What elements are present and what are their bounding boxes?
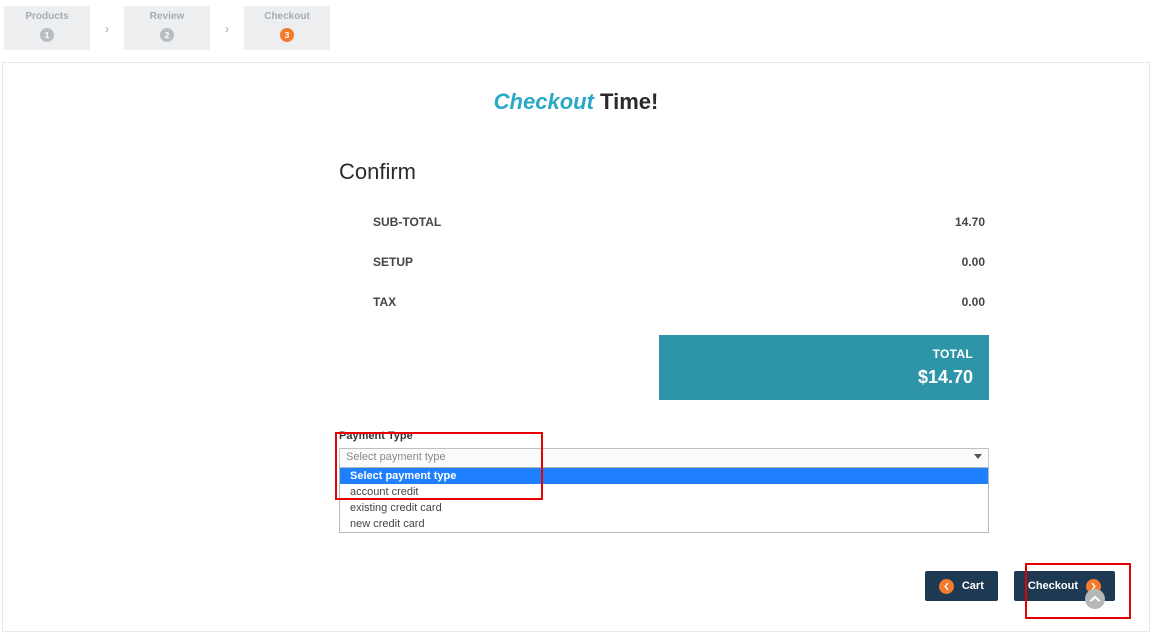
caret-down-icon xyxy=(974,454,982,459)
title-accent: Checkout xyxy=(494,89,594,114)
payment-type-label: Payment Type xyxy=(339,430,989,442)
checkout-button-label: Checkout xyxy=(1028,580,1078,592)
step-products[interactable]: Products 1 xyxy=(4,6,90,50)
section-title: Confirm xyxy=(339,159,989,185)
select-current: Select payment type xyxy=(346,451,446,463)
setup-label: SETUP xyxy=(373,255,413,269)
tax-label: TAX xyxy=(373,295,396,309)
setup-value: 0.00 xyxy=(962,255,985,269)
scroll-top-button[interactable] xyxy=(1085,589,1105,609)
step-checkout[interactable]: Checkout 3 xyxy=(244,6,330,50)
checkout-content: Confirm SUB-TOTAL 14.70 SETUP 0.00 TAX 0… xyxy=(339,159,989,468)
option-placeholder[interactable]: Select payment type xyxy=(340,468,988,484)
cart-button[interactable]: Cart xyxy=(925,571,998,601)
subtotal-value: 14.70 xyxy=(955,215,985,229)
step-number: 1 xyxy=(40,28,54,42)
option-new-card[interactable]: new credit card xyxy=(340,516,988,532)
total-box: TOTAL $14.70 xyxy=(659,335,989,400)
summary-rows: SUB-TOTAL 14.70 SETUP 0.00 TAX 0.00 xyxy=(339,215,989,309)
payment-section: Payment Type Select payment type Select … xyxy=(339,430,989,468)
breadcrumb-steps: Products 1 › Review 2 › Checkout 3 xyxy=(0,0,1152,60)
row-setup: SETUP 0.00 xyxy=(339,255,989,269)
main-card: Checkout Time! Confirm SUB-TOTAL 14.70 S… xyxy=(2,62,1150,632)
chevron-up-icon xyxy=(1090,594,1100,604)
step-label: Checkout xyxy=(264,12,310,22)
chevron-right-icon: › xyxy=(218,21,236,36)
chevron-left-icon xyxy=(939,579,954,594)
chevron-right-icon: › xyxy=(98,21,116,36)
step-review[interactable]: Review 2 xyxy=(124,6,210,50)
total-value: $14.70 xyxy=(675,367,973,388)
payment-type-dropdown[interactable]: Select payment type account credit exist… xyxy=(339,467,989,533)
step-label: Review xyxy=(150,12,184,22)
page-title: Checkout Time! xyxy=(3,63,1149,125)
step-number: 3 xyxy=(280,28,294,42)
title-rest: Time! xyxy=(594,89,658,114)
step-number: 2 xyxy=(160,28,174,42)
option-account-credit[interactable]: account credit xyxy=(340,484,988,500)
total-label: TOTAL xyxy=(675,347,973,361)
option-existing-card[interactable]: existing credit card xyxy=(340,500,988,516)
tax-value: 0.00 xyxy=(962,295,985,309)
row-tax: TAX 0.00 xyxy=(339,295,989,309)
cart-button-label: Cart xyxy=(962,580,984,592)
subtotal-label: SUB-TOTAL xyxy=(373,215,441,229)
row-subtotal: SUB-TOTAL 14.70 xyxy=(339,215,989,229)
payment-type-select[interactable]: Select payment type xyxy=(339,448,989,468)
step-label: Products xyxy=(25,12,68,22)
